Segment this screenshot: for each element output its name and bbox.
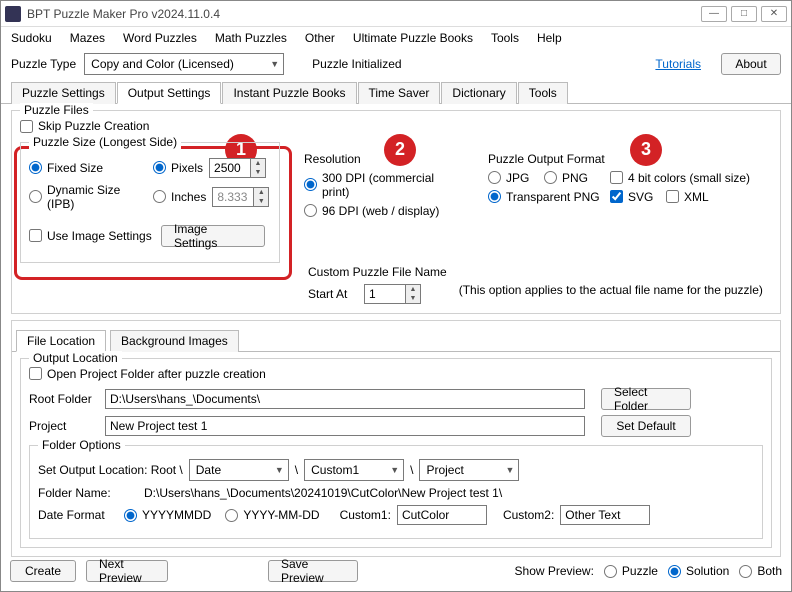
menu-word-puzzles[interactable]: Word Puzzles <box>123 31 197 45</box>
puzzle-size-title: Puzzle Size (Longest Side) <box>29 135 181 149</box>
custom2-field[interactable]: Other Text <box>560 505 650 525</box>
puzzle-status: Puzzle Initialized <box>312 57 401 71</box>
output-format-title: Puzzle Output Format <box>488 152 618 166</box>
skip-puzzle-creation[interactable]: Skip Puzzle Creation <box>20 119 149 133</box>
menu-bar: Sudoku Mazes Word Puzzles Math Puzzles O… <box>1 27 791 49</box>
custom-filename-title: Custom Puzzle File Name <box>308 265 447 279</box>
date-format-yyyymmdd[interactable]: YYYYMMDD <box>124 508 211 522</box>
tab-background-images[interactable]: Background Images <box>110 330 239 352</box>
png-radio[interactable]: PNG <box>544 171 604 185</box>
maximize-button[interactable]: □ <box>731 6 757 22</box>
preview-puzzle-radio[interactable]: Puzzle <box>604 564 658 578</box>
title-bar: BPT Puzzle Maker Pro v2024.11.0.4 — □ ✕ <box>1 1 791 27</box>
minimize-button[interactable]: — <box>701 6 727 22</box>
dpi-96-radio[interactable]: 96 DPI (web / display) <box>304 204 439 218</box>
footer-bar: Create Next Preview Save Preview Show Pr… <box>10 560 782 582</box>
app-icon <box>5 6 21 22</box>
tutorials-link[interactable]: Tutorials <box>655 57 701 71</box>
custom2-label: Custom2: <box>503 508 554 522</box>
folder-options-title: Folder Options <box>38 438 125 452</box>
folder-name-value: D:\Users\hans_\Documents\20241019\CutCol… <box>144 486 502 500</box>
puzzle-size-group: Puzzle Size (Longest Side) Fixed Size Pi… <box>20 142 280 263</box>
window-title: BPT Puzzle Maker Pro v2024.11.0.4 <box>27 7 697 21</box>
fixed-size-radio[interactable]: Fixed Size <box>29 161 147 175</box>
menu-help[interactable]: Help <box>537 31 562 45</box>
custom1-field[interactable]: CutColor <box>397 505 487 525</box>
resolution-group: Resolution 300 DPI (commercial print) 96… <box>304 142 464 263</box>
puzzle-type-label: Puzzle Type <box>11 57 76 71</box>
show-preview-label: Show Preview: <box>515 564 594 578</box>
svg-check[interactable]: SVG <box>610 190 660 204</box>
menu-other[interactable]: Other <box>305 31 335 45</box>
puzzle-files-title: Puzzle Files <box>20 103 93 117</box>
tab-time-saver[interactable]: Time Saver <box>358 82 441 104</box>
date-format-dashed[interactable]: YYYY-MM-DD <box>225 508 319 522</box>
dpi-300-radio[interactable]: 300 DPI (commercial print) <box>304 171 464 199</box>
next-preview-button[interactable]: Next Preview <box>86 560 168 582</box>
open-folder-after[interactable]: Open Project Folder after puzzle creatio… <box>29 367 266 381</box>
tab-file-location[interactable]: File Location <box>16 330 106 352</box>
menu-ultimate[interactable]: Ultimate Puzzle Books <box>353 31 473 45</box>
jpg-radio[interactable]: JPG <box>488 171 538 185</box>
about-button[interactable]: About <box>721 53 781 75</box>
save-preview-button[interactable]: Save Preview <box>268 560 358 582</box>
set-output-location-label: Set Output Location: Root \ <box>38 463 183 477</box>
folder-name-label: Folder Name: <box>38 486 138 500</box>
menu-sudoku[interactable]: Sudoku <box>11 31 52 45</box>
output-location-group: Output Location Open Project Folder afte… <box>20 358 772 549</box>
puzzle-files-group: Puzzle Files Skip Puzzle Creation 1 2 3 … <box>11 110 781 314</box>
tab-output-settings[interactable]: Output Settings <box>117 82 222 104</box>
image-settings-button[interactable]: Image Settings <box>161 225 265 247</box>
four-bit-check[interactable]: 4 bit colors (small size) <box>610 171 750 185</box>
pixels-radio[interactable]: Pixels <box>153 161 203 175</box>
callout-3: 3 <box>630 134 662 166</box>
menu-tools[interactable]: Tools <box>491 31 519 45</box>
custom-filename-group: Custom Puzzle File Name Start At 1 ▲▼ <box>308 265 447 309</box>
tab-dictionary[interactable]: Dictionary <box>441 82 516 104</box>
menu-mazes[interactable]: Mazes <box>70 31 105 45</box>
start-at-spinner[interactable]: 1 ▲▼ <box>364 284 421 304</box>
project-label: Project <box>29 419 99 433</box>
tab-tools[interactable]: Tools <box>518 82 568 104</box>
root-folder-label: Root Folder <box>29 392 99 406</box>
tab-instant-puzzle-books[interactable]: Instant Puzzle Books <box>222 82 356 104</box>
create-button[interactable]: Create <box>10 560 76 582</box>
puzzle-type-combo[interactable]: Copy and Color (Licensed) ▼ <box>84 53 284 75</box>
use-image-settings[interactable]: Use Image Settings <box>29 229 155 243</box>
path-part1-combo[interactable]: Date▼ <box>189 459 289 481</box>
puzzle-type-value: Copy and Color (Licensed) <box>91 57 234 71</box>
set-default-button[interactable]: Set Default <box>601 415 691 437</box>
custom1-label: Custom1: <box>340 508 391 522</box>
callout-2: 2 <box>384 134 416 166</box>
xml-check[interactable]: XML <box>666 190 709 204</box>
close-button[interactable]: ✕ <box>761 6 787 22</box>
path-part3-combo[interactable]: Project▼ <box>419 459 519 481</box>
select-folder-button[interactable]: Select Folder <box>601 388 691 410</box>
dynamic-size-radio[interactable]: Dynamic Size (IPB) <box>29 183 147 211</box>
sub-tabs: File Location Background Images <box>12 329 780 352</box>
inches-radio[interactable]: Inches <box>153 190 206 204</box>
pixels-spinner[interactable]: 2500 ▲▼ <box>209 158 266 178</box>
path-part2-combo[interactable]: Custom1▼ <box>304 459 404 481</box>
output-format-group: Puzzle Output Format JPG PNG 4 bit color… <box>488 142 772 263</box>
date-format-label: Date Format <box>38 508 118 522</box>
menu-math-puzzles[interactable]: Math Puzzles <box>215 31 287 45</box>
start-at-label: Start At <box>308 287 358 301</box>
inches-spinner[interactable]: 8.333 ▲▼ <box>212 187 269 207</box>
project-field[interactable]: New Project test 1 <box>105 416 585 436</box>
chevron-down-icon: ▼ <box>270 59 279 69</box>
preview-solution-radio[interactable]: Solution <box>668 564 729 578</box>
preview-both-radio[interactable]: Both <box>739 564 782 578</box>
puzzle-type-row: Puzzle Type Copy and Color (Licensed) ▼ … <box>1 49 791 79</box>
custom-filename-note: (This option applies to the actual file … <box>459 265 763 297</box>
main-tabs: Puzzle Settings Output Settings Instant … <box>1 81 791 104</box>
tab-puzzle-settings[interactable]: Puzzle Settings <box>11 82 116 104</box>
folder-options-group: Folder Options Set Output Location: Root… <box>29 445 763 539</box>
output-location-title: Output Location <box>29 351 122 365</box>
root-folder-field[interactable]: D:\Users\hans_\Documents\ <box>105 389 585 409</box>
transparent-png-radio[interactable]: Transparent PNG <box>488 190 604 204</box>
